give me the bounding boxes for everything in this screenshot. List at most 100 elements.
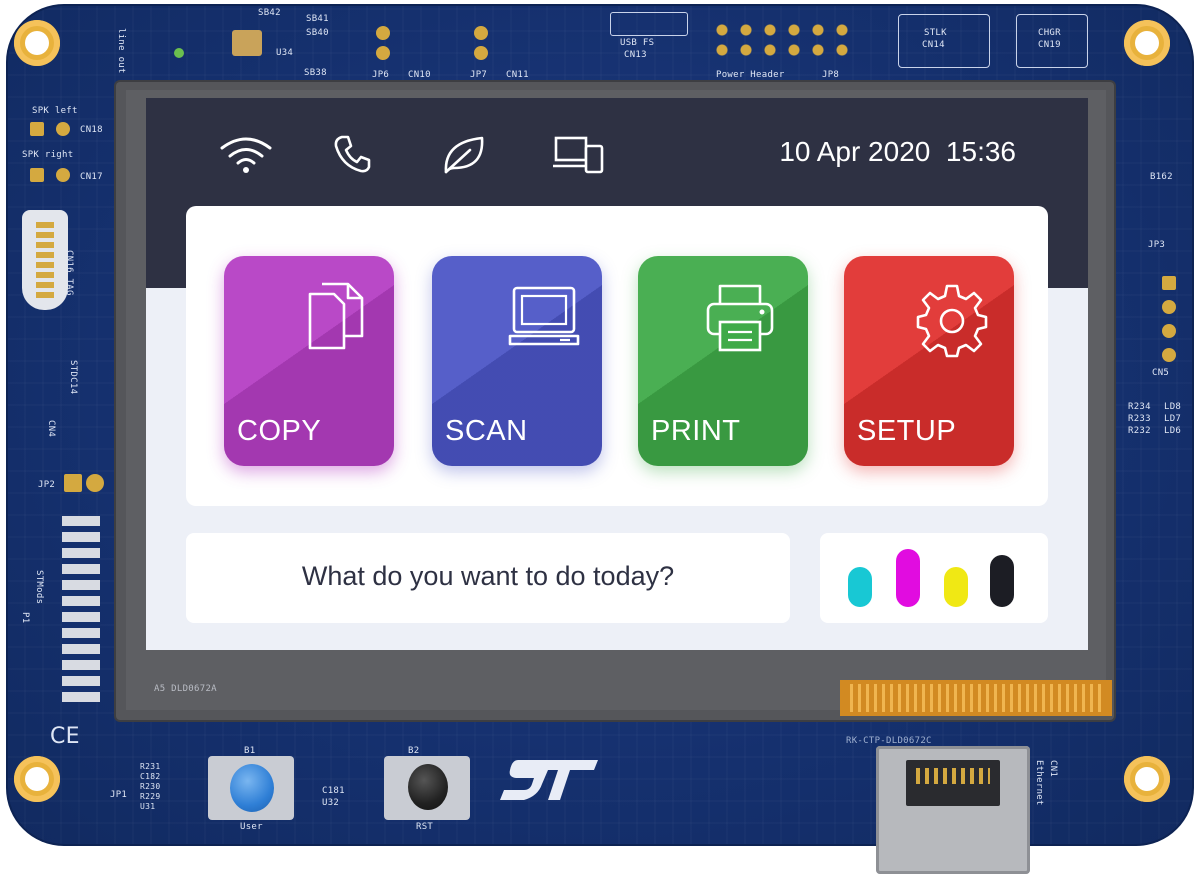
silk-label: U31 (140, 802, 156, 811)
silk-label: CN13 (624, 50, 647, 60)
print-label: PRINT (651, 415, 741, 447)
mounting-hole (14, 756, 60, 802)
silk-label: SB41 (306, 14, 329, 24)
silk-label: R229 (140, 792, 161, 801)
solder-pad (1162, 276, 1176, 290)
silk-label: JP6 (372, 70, 390, 80)
stmods-header (62, 516, 100, 702)
date-time: 10 Apr 2020 15:36 (746, 136, 1016, 168)
solder-pad (376, 26, 390, 40)
silk-label: LD6 (1164, 426, 1182, 436)
print-icon (706, 284, 774, 352)
reset-button-housing (384, 756, 470, 820)
solder-pad (56, 168, 70, 182)
reset-button[interactable] (408, 764, 448, 810)
silk-label: SB40 (306, 28, 329, 38)
silk-label: JP3 (1148, 240, 1166, 250)
silk-label: R233 (1128, 414, 1151, 424)
user-button-ref: B1 (244, 746, 256, 756)
solder-pad (86, 474, 104, 492)
silk-label: R234 (1128, 402, 1151, 412)
phone-icon[interactable] (332, 134, 372, 174)
print-tile[interactable]: PRINT (638, 256, 808, 466)
silk-label: STDC14 (68, 360, 78, 395)
time-text: 15:36 (945, 136, 1016, 167)
setup-label: SETUP (857, 415, 957, 447)
solder-pad (56, 122, 70, 136)
user-button[interactable] (230, 764, 274, 812)
silk-label: LD8 (1164, 402, 1182, 412)
leaf-icon[interactable] (440, 134, 486, 176)
user-button-housing (208, 756, 294, 820)
ink-black (990, 555, 1014, 607)
silk-label: B162 (1150, 172, 1173, 182)
st-logo (500, 760, 598, 800)
solder-pad (30, 122, 44, 136)
silk-label: JP1 (110, 790, 128, 800)
solder-pad (474, 26, 488, 40)
usb-connector (610, 12, 688, 36)
silk-label: C182 (140, 772, 161, 781)
silk-label: STMods (34, 570, 44, 605)
flex-ribbon-traces (850, 684, 1102, 712)
microphone-chip (232, 30, 262, 56)
solder-pad (64, 474, 82, 492)
reset-button-label: RST (416, 822, 434, 832)
prompt-panel: What do you want to do today? (186, 533, 790, 623)
ink-magenta (896, 549, 920, 607)
silk-label: Ethernet (1034, 760, 1044, 806)
user-button-label: User (240, 822, 263, 832)
silk-label: CN18 (80, 125, 103, 135)
silk-label: U34 (276, 48, 294, 58)
stlink-connector (898, 14, 990, 68)
solder-pad (1162, 348, 1176, 362)
prompt-text: What do you want to do today? (301, 561, 675, 591)
silk-label: C181 (322, 786, 345, 796)
silk-label: CN17 (80, 172, 103, 182)
silk-label: SB42 (258, 8, 281, 18)
copy-label: COPY (237, 415, 322, 447)
copy-tile[interactable]: COPY (224, 256, 394, 466)
setup-tile[interactable]: SETUP (844, 256, 1014, 466)
silk-label: CN1 (1048, 760, 1058, 778)
silk-label: LD7 (1164, 414, 1182, 424)
copy-icon (308, 282, 364, 350)
silk-label: R232 (1128, 426, 1151, 436)
ink-yellow (944, 567, 968, 607)
lcd-code: A5 DLD0672A (154, 684, 217, 694)
solder-pad (30, 168, 44, 182)
silk-label: CN10 (408, 70, 431, 80)
silk-label: U32 (322, 798, 340, 808)
silk-label: P1 (20, 612, 30, 624)
silk-label: SB38 (304, 68, 327, 78)
power-header (712, 20, 852, 60)
silk-label: R230 (140, 782, 161, 791)
mounting-hole (1124, 756, 1170, 802)
silk-label: SPK left (32, 106, 78, 116)
silk-label: Power Header (716, 70, 785, 80)
scan-label: SCAN (445, 415, 528, 447)
silk-label: CN4 (46, 420, 56, 438)
mounting-hole (1124, 20, 1170, 66)
silk-label: JP7 (470, 70, 488, 80)
silk-label: SPK right (22, 150, 74, 160)
ink-cyan (848, 567, 872, 607)
gear-icon (916, 284, 988, 358)
silk-label: R231 (140, 762, 161, 771)
status-led (174, 48, 184, 58)
wifi-icon[interactable] (218, 134, 274, 174)
silk-label: JP2 (38, 480, 56, 490)
silk-label: USB FS (620, 38, 655, 48)
scan-tile[interactable]: SCAN (432, 256, 602, 466)
silk-label: CN16 TAG (64, 250, 74, 296)
solder-pad (1162, 300, 1176, 314)
silk-label: CN11 (506, 70, 529, 80)
devices-icon[interactable] (552, 134, 606, 174)
ethernet-jack[interactable] (876, 746, 1030, 874)
solder-pad (1162, 324, 1176, 338)
ink-levels-panel[interactable] (820, 533, 1048, 623)
date-text: 10 Apr 2020 (779, 136, 931, 167)
ce-mark: CE (50, 724, 80, 749)
solder-pad (474, 46, 488, 60)
reset-button-ref: B2 (408, 746, 420, 756)
